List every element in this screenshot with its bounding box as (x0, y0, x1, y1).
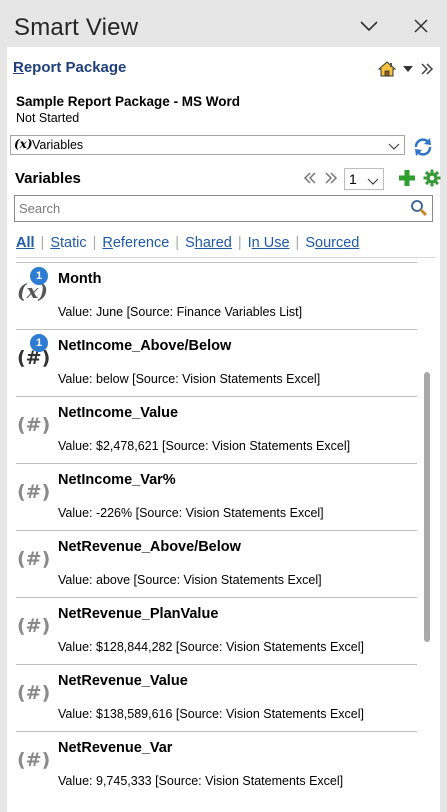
variables-icon: (x) (14, 137, 33, 151)
search-button[interactable] (410, 199, 428, 222)
svg-text:(#): (#) (17, 481, 50, 503)
usage-badge: 1 (30, 334, 48, 352)
variable-item[interactable]: (#) 1 NetIncome_Above/Below Value: below… (16, 329, 417, 396)
filter-separator: | (237, 235, 242, 251)
home-icon (378, 61, 396, 77)
plus-icon (399, 170, 415, 186)
header-actions (378, 59, 434, 79)
numeric-variable-icon: (#) (16, 678, 50, 709)
filter-shared[interactable]: Shared (185, 235, 232, 251)
filter-in-use[interactable]: In Use (248, 235, 290, 251)
variable-item[interactable]: (#) NetRevenue_Above/Below Value: above … (16, 530, 417, 597)
svg-text:(#): (#) (17, 682, 50, 704)
filter-separator: | (92, 235, 97, 251)
variable-item[interactable]: (#) NetRevenue_Var Value: 9,745,333 [Sou… (16, 731, 417, 798)
filter-tabs: All | Static | Reference | Shared | In U… (16, 233, 359, 253)
search-input[interactable] (19, 199, 399, 217)
chevron-down-icon (388, 143, 400, 150)
variable-value: Value: $2,478,621 [Source: Vision Statem… (58, 439, 351, 453)
search-box (14, 195, 433, 222)
next-page-button[interactable] (324, 171, 338, 190)
double-chevron-right-icon (325, 172, 338, 184)
numeric-variable-icon: (#) (16, 745, 50, 776)
view-selector-dropdown[interactable]: (x) Variables (10, 135, 405, 155)
filter-reference[interactable]: Reference (102, 235, 169, 251)
svg-text:(#): (#) (17, 548, 50, 570)
variable-value: Value: June [Source: Finance Variables L… (58, 305, 303, 319)
report-package-link[interactable]: Report Package (13, 59, 126, 76)
chevron-down-icon (367, 178, 379, 185)
variable-value: Value: below [Source: Vision Statements … (58, 372, 321, 386)
previous-page-button[interactable] (303, 171, 317, 190)
title-bar: Smart View (0, 0, 447, 48)
variable-item[interactable]: (#) NetIncome_Var% Value: -226% [Source:… (16, 463, 417, 530)
variable-value: Value: $128,844,282 [Source: Vision Stat… (58, 640, 364, 654)
variable-item[interactable]: (#) NetIncome_Value Value: $2,478,621 [S… (16, 396, 417, 463)
settings-button[interactable] (423, 169, 441, 192)
variable-name: NetRevenue_Var (58, 740, 173, 756)
package-name: Sample Report Package - MS Word (16, 94, 241, 109)
panel-menu-button[interactable] (357, 14, 381, 38)
caret-down-icon (403, 66, 413, 72)
variable-list: (x) 1 Month Value: June [Source: Finance… (16, 262, 417, 802)
package-header: Report Package (13, 59, 434, 81)
chevron-down-icon (360, 21, 378, 32)
filter-static[interactable]: Static (50, 235, 86, 251)
filter-divider (16, 257, 436, 258)
variable-item[interactable]: (x) 1 Month Value: June [Source: Finance… (16, 262, 417, 329)
home-dropdown-button[interactable] (402, 64, 414, 74)
refresh-icon (414, 138, 432, 156)
search-icon (411, 200, 428, 217)
variable-item[interactable]: (#) NetRevenue_Value Value: $138,589,616… (16, 664, 417, 731)
expand-button[interactable] (420, 63, 434, 75)
close-button[interactable] (409, 14, 433, 38)
package-status: Not Started (16, 111, 80, 125)
numeric-variable-icon: (#) (16, 544, 50, 575)
add-variable-button[interactable] (398, 169, 416, 192)
variable-value: Value: above [Source: Vision Statements … (58, 573, 322, 587)
variable-value: Value: -226% [Source: Vision Statements … (58, 506, 324, 520)
filter-separator: | (295, 235, 300, 251)
usage-badge: 1 (30, 267, 48, 285)
view-selector-value: Variables (32, 138, 84, 152)
scrollbar-thumb[interactable] (424, 372, 430, 642)
smart-view-panel: Report Package Sample Report Package - M… (7, 47, 441, 812)
page-number-select[interactable]: 1 (344, 168, 384, 190)
variable-item[interactable]: (#) NetRevenue_PlanValue Value: $128,844… (16, 597, 417, 664)
filter-separator: | (175, 235, 180, 251)
variable-name: NetIncome_Above/Below (58, 338, 232, 354)
refresh-button[interactable] (412, 136, 434, 163)
filter-all[interactable]: All (16, 235, 35, 251)
variable-name: NetRevenue_Above/Below (58, 539, 241, 555)
section-title: Variables (15, 170, 81, 187)
double-chevron-left-icon (303, 172, 316, 184)
variable-name: NetRevenue_Value (58, 673, 188, 689)
filter-sourced[interactable]: Sourced (305, 235, 359, 251)
variable-name: NetIncome_Var% (58, 472, 176, 488)
home-button[interactable] (378, 61, 396, 77)
variable-value: Value: $138,589,616 [Source: Vision Stat… (58, 707, 364, 721)
variable-name: Month (58, 271, 102, 287)
list-scrollbar[interactable] (421, 262, 433, 807)
numeric-variable-icon: (#) (16, 410, 50, 441)
numeric-variable-icon: (#) (16, 477, 50, 508)
double-chevron-right-icon (421, 63, 434, 75)
svg-text:(#): (#) (17, 414, 50, 436)
variable-name: NetRevenue_PlanValue (58, 606, 219, 622)
variable-value: Value: 9,745,333 [Source: Vision Stateme… (58, 774, 344, 788)
page-number: 1 (349, 171, 357, 187)
close-icon (414, 19, 428, 33)
app-title: Smart View (14, 14, 139, 41)
svg-text:(#): (#) (17, 615, 50, 637)
variable-name: NetIncome_Value (58, 405, 179, 421)
numeric-variable-icon: (#) (16, 611, 50, 642)
svg-text:(#): (#) (17, 749, 50, 771)
filter-separator: | (40, 235, 45, 251)
gear-icon (423, 169, 441, 187)
